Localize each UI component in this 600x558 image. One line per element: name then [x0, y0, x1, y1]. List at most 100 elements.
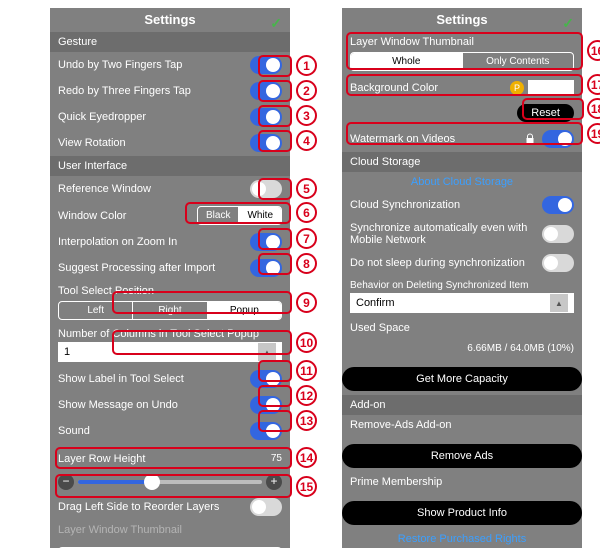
seg-popup[interactable]: Popup: [207, 302, 281, 319]
seg-whole[interactable]: Whole: [351, 53, 462, 70]
toggle-quick-eyedropper[interactable]: [250, 108, 282, 126]
row-layer-window-thumbnail: Layer Window Thumbnail Whole Only Conten…: [342, 32, 582, 75]
label-popup-columns: Number of Columns in Tool Select Popup: [58, 328, 282, 340]
callout-number-2: 2: [296, 80, 317, 101]
value-layer-row-height: 75: [271, 453, 282, 464]
callout-number-3: 3: [296, 105, 317, 126]
label-suggest-processing: Suggest Processing after Import: [58, 262, 250, 274]
remove-ads-button[interactable]: Remove Ads: [342, 444, 582, 468]
seg-contents[interactable]: Only Contents: [462, 53, 574, 70]
callout-number-17: 17: [587, 74, 600, 95]
toggle-sync-mobile[interactable]: [542, 225, 574, 243]
label-sound: Sound: [58, 425, 250, 437]
row-background-color: Background Color P: [342, 75, 582, 100]
callout-number-1: 1: [296, 55, 317, 76]
label-delete-behavior: Behavior on Deleting Synchronized Item: [350, 280, 574, 291]
premium-coin-icon: P: [510, 81, 524, 95]
toggle-view-rotation[interactable]: [250, 134, 282, 152]
slider-layer-row-height[interactable]: [78, 480, 262, 484]
callout-number-15: 15: [296, 476, 317, 497]
callout-number-10: 10: [296, 332, 317, 353]
row-reset: Reset: [342, 100, 582, 126]
row-drag-reorder: Drag Left Side to Reorder Layers: [50, 494, 290, 520]
toggle-show-label[interactable]: [250, 370, 282, 388]
confirm-icon[interactable]: ✓: [270, 11, 282, 35]
slider-decrease-button[interactable]: −: [58, 474, 74, 490]
label-remove-ads: Remove-Ads Add-on: [350, 419, 574, 438]
lock-icon: [524, 133, 536, 145]
settings-panel-right: Settings ✓ Layer Window Thumbnail Whole …: [342, 8, 582, 548]
slider-thumb[interactable]: [144, 474, 160, 490]
toggle-show-message[interactable]: [250, 396, 282, 414]
toggle-cloud-sync[interactable]: [542, 196, 574, 214]
section-addon: Add-on: [342, 395, 582, 415]
label-layer-window-thumbnail: Layer Window Thumbnail: [350, 36, 574, 48]
row-sync-mobile: Synchronize automatically even with Mobi…: [342, 218, 582, 250]
toggle-reference-window[interactable]: [250, 180, 282, 198]
label-undo-two-fingers: Undo by Two Fingers Tap: [58, 59, 250, 71]
value-used-space: 6.66MB / 64.0MB (10%): [467, 343, 574, 354]
toggle-suggest-processing[interactable]: [250, 259, 282, 277]
seg-white[interactable]: White: [238, 207, 281, 224]
callout-number-5: 5: [296, 178, 317, 199]
toggle-redo-three-fingers[interactable]: [250, 82, 282, 100]
label-layer-row-height: Layer Row Height: [58, 453, 271, 465]
label-show-message: Show Message on Undo: [58, 399, 250, 411]
row-undo-two-fingers: Undo by Two Fingers Tap: [50, 52, 290, 78]
row-quick-eyedropper: Quick Eyedropper: [50, 104, 290, 130]
select-delete-behavior[interactable]: Confirm ▲: [350, 293, 574, 313]
toggle-watermark[interactable]: [542, 130, 574, 148]
row-layer-row-height-label: Layer Row Height 75: [50, 444, 290, 469]
toggle-undo-two-fingers[interactable]: [250, 56, 282, 74]
toggle-drag-reorder[interactable]: [250, 498, 282, 516]
segmented-window-color[interactable]: Black White: [197, 206, 282, 225]
label-thumbnail-mode-preview: Layer Window Thumbnail: [58, 524, 282, 539]
toggle-interpolation[interactable]: [250, 233, 282, 251]
callout-number-14: 14: [296, 447, 317, 468]
select-popup-columns-value: 1: [64, 346, 70, 358]
label-sync-mobile: Synchronize automatically even with Mobi…: [350, 222, 542, 246]
section-gesture: Gesture: [50, 32, 290, 52]
label-redo-three-fingers: Redo by Three Fingers Tap: [58, 85, 250, 97]
select-popup-columns[interactable]: 1 ▲: [58, 342, 282, 362]
reset-button[interactable]: Reset: [517, 104, 574, 122]
slider-increase-button[interactable]: +: [266, 474, 282, 490]
segmented-tool-position[interactable]: Left Right Popup: [58, 301, 282, 320]
row-reference-window: Reference Window: [50, 176, 290, 202]
seg-black[interactable]: Black: [198, 207, 238, 224]
dropdown-caret-icon-right: ▲: [550, 294, 568, 312]
callout-number-7: 7: [296, 228, 317, 249]
label-window-color: Window Color: [58, 210, 197, 222]
dropdown-caret-icon: ▲: [258, 343, 276, 361]
callout-number-13: 13: [296, 410, 317, 431]
confirm-icon-right[interactable]: ✓: [562, 11, 574, 35]
label-background-color: Background Color: [350, 82, 510, 94]
row-delete-behavior: Behavior on Deleting Synchronized Item C…: [342, 276, 582, 313]
label-tool-select-position: Tool Select Position: [58, 285, 282, 297]
callout-number-19: 19: [587, 123, 600, 144]
seg-left[interactable]: Left: [59, 302, 132, 319]
label-watermark: Watermark on Videos: [350, 133, 524, 145]
settings-panel-left: Settings ✓ Gesture Undo by Two Fingers T…: [50, 8, 290, 548]
callout-number-18: 18: [587, 98, 600, 119]
seg-right[interactable]: Right: [132, 302, 206, 319]
row-sound: Sound: [50, 418, 290, 444]
segmented-thumbnail-preview[interactable]: Whole Only Contents: [58, 547, 282, 548]
segmented-thumbnail[interactable]: Whole Only Contents: [350, 52, 574, 71]
slider-fill: [78, 480, 152, 484]
toggle-sound[interactable]: [250, 422, 282, 440]
get-capacity-button[interactable]: Get More Capacity: [342, 367, 582, 391]
row-thumbnail-mode-segmented-preview: Whole Only Contents: [50, 545, 290, 548]
row-show-message: Show Message on Undo: [50, 392, 290, 418]
show-product-info-button[interactable]: Show Product Info: [342, 501, 582, 525]
panel-title-bar-right: Settings ✓: [342, 8, 582, 32]
label-cloud-sync: Cloud Synchronization: [350, 199, 542, 211]
link-about-cloud[interactable]: About Cloud Storage: [342, 172, 582, 192]
section-user-interface: User Interface: [50, 156, 290, 176]
toggle-no-sleep[interactable]: [542, 254, 574, 272]
row-cloud-sync: Cloud Synchronization: [342, 192, 582, 218]
link-restore-purchases[interactable]: Restore Purchased Rights: [342, 529, 582, 548]
callout-number-12: 12: [296, 385, 317, 406]
label-drag-reorder: Drag Left Side to Reorder Layers: [58, 501, 250, 513]
swatch-background-color[interactable]: [528, 80, 574, 96]
